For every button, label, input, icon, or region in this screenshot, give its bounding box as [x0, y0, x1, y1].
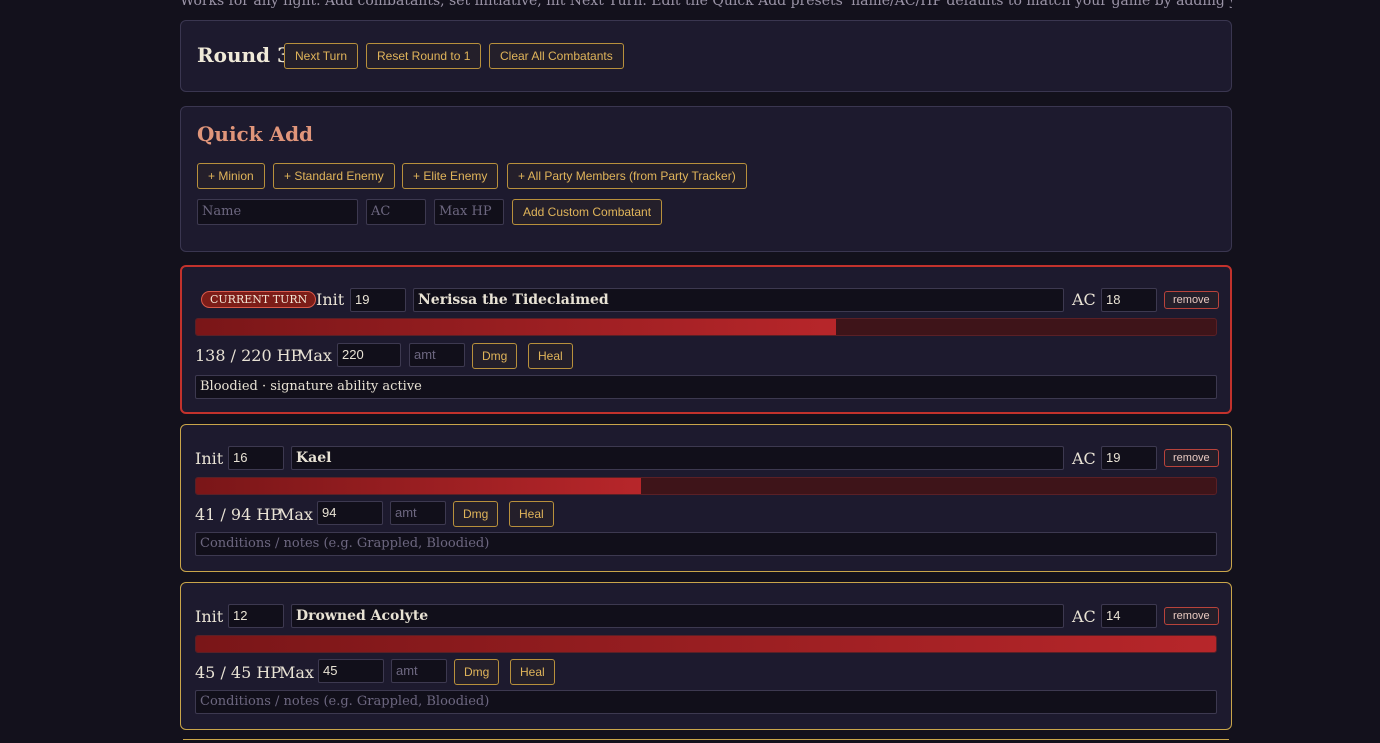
- ac-input[interactable]: 18: [1101, 288, 1157, 312]
- max-hp-input[interactable]: 94: [317, 501, 383, 525]
- combatant-card-partial: [183, 739, 1229, 743]
- combatant-name-input[interactable]: Drowned Acolyte: [291, 604, 1064, 628]
- amount-input[interactable]: amt: [391, 659, 447, 683]
- custom-ac-input[interactable]: AC: [366, 199, 426, 225]
- amount-input[interactable]: amt: [409, 343, 465, 367]
- combatant-name-input[interactable]: Kael: [291, 446, 1064, 470]
- amount-input[interactable]: amt: [390, 501, 446, 525]
- quick-add-title: Quick Add: [197, 122, 314, 146]
- ac-label: AC: [1072, 290, 1096, 309]
- combatant-card-current: CURRENT TURN Init 19 Nerissa the Tidecla…: [180, 265, 1232, 414]
- quick-add-panel: Quick Add + Minion + Standard Enemy + El…: [180, 106, 1232, 252]
- intro-text: Works for any fight. Add combatants, set…: [180, 0, 1232, 9]
- init-label: Init: [195, 449, 224, 468]
- notes-input[interactable]: Conditions / notes (e.g. Grappled, Blood…: [195, 690, 1217, 714]
- init-label: Init: [195, 607, 224, 626]
- notes-input[interactable]: Bloodied · signature ability active: [195, 375, 1217, 399]
- heal-button[interactable]: Heal: [509, 501, 554, 527]
- hp-bar-fill: [196, 478, 641, 494]
- ac-input[interactable]: 19: [1101, 446, 1157, 470]
- init-input[interactable]: 12: [228, 604, 284, 628]
- round-panel: Round 3 Next Turn Reset Round to 1 Clear…: [180, 20, 1232, 92]
- init-input[interactable]: 16: [228, 446, 284, 470]
- remove-button[interactable]: remove: [1164, 291, 1219, 309]
- custom-name-input[interactable]: Name: [197, 199, 358, 225]
- ac-input[interactable]: 14: [1101, 604, 1157, 628]
- damage-button[interactable]: Dmg: [453, 501, 499, 527]
- reset-round-button[interactable]: Reset Round to 1: [366, 43, 482, 69]
- add-standard-enemy-button[interactable]: + Standard Enemy: [273, 163, 395, 189]
- max-hp-input[interactable]: 45: [318, 659, 384, 683]
- combatant-card: Init 12 Drowned Acolyte AC 14 remove 45 …: [180, 582, 1232, 730]
- ac-label: AC: [1072, 607, 1096, 626]
- hp-readout: 138 / 220 HP: [195, 346, 302, 365]
- current-turn-badge: CURRENT TURN: [201, 291, 317, 308]
- hp-bar-fill: [196, 319, 836, 335]
- max-label: Max: [278, 505, 313, 524]
- remove-button[interactable]: remove: [1164, 449, 1219, 467]
- combatant-name-input[interactable]: Nerissa the Tideclaimed: [413, 288, 1064, 312]
- init-input[interactable]: 19: [350, 288, 406, 312]
- hp-bar: [195, 635, 1217, 653]
- max-hp-input[interactable]: 220: [337, 343, 401, 367]
- hp-bar: [195, 318, 1217, 336]
- damage-button[interactable]: Dmg: [454, 659, 500, 685]
- add-custom-combatant-button[interactable]: Add Custom Combatant: [512, 199, 663, 225]
- hp-readout: 45 / 45 HP: [195, 663, 282, 682]
- init-label: Init: [316, 290, 345, 309]
- add-elite-enemy-button[interactable]: + Elite Enemy: [402, 163, 499, 189]
- hp-readout: 41 / 94 HP: [195, 505, 282, 524]
- damage-button[interactable]: Dmg: [472, 343, 518, 369]
- ac-label: AC: [1072, 449, 1096, 468]
- clear-combatants-button[interactable]: Clear All Combatants: [489, 43, 624, 69]
- combatant-card: Init 16 Kael AC 19 remove 41 / 94 HP Max…: [180, 424, 1232, 572]
- max-label: Max: [297, 346, 332, 365]
- add-minion-button[interactable]: + Minion: [197, 163, 265, 189]
- heal-button[interactable]: Heal: [510, 659, 555, 685]
- add-party-members-button[interactable]: + All Party Members (from Party Tracker): [507, 163, 747, 189]
- heal-button[interactable]: Heal: [528, 343, 573, 369]
- notes-input[interactable]: Conditions / notes (e.g. Grappled, Blood…: [195, 532, 1217, 556]
- hp-bar-fill: [196, 636, 1216, 652]
- custom-hp-input[interactable]: Max HP: [434, 199, 504, 225]
- remove-button[interactable]: remove: [1164, 607, 1219, 625]
- next-turn-button[interactable]: Next Turn: [284, 43, 359, 69]
- round-title: Round 3: [197, 43, 291, 67]
- max-label: Max: [279, 663, 314, 682]
- hp-bar: [195, 477, 1217, 495]
